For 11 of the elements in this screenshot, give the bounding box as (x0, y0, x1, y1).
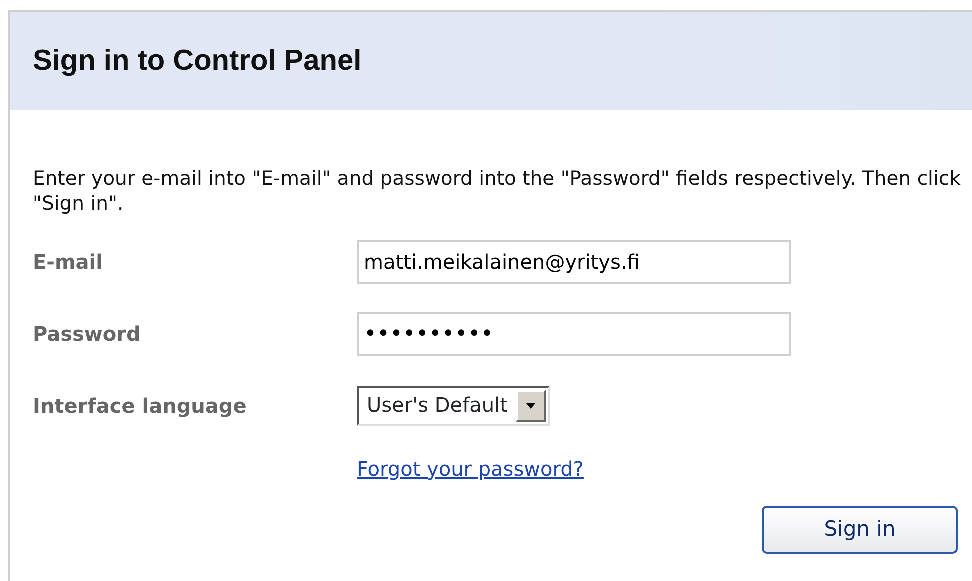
password-field[interactable]: •••••••••• (357, 312, 791, 356)
email-field[interactable]: matti.meikalainen@yritys.fi (357, 240, 791, 284)
forgot-password-link[interactable]: Forgot your password? (357, 457, 584, 481)
instructions-text: Enter your e-mail into "E-mail" and password into the "Password" fields respectively. Then click "Sign in". (33, 166, 962, 216)
language-dropdown[interactable]: User's Default (357, 386, 550, 426)
sign-in-button[interactable]: Sign in (762, 506, 958, 554)
panel-title: Sign in to Control Panel (33, 44, 362, 78)
field-label: Interface language (33, 393, 248, 420)
field-label: Password (33, 321, 142, 348)
dropdown-arrow-icon (526, 403, 536, 409)
field-label: E-mail (33, 249, 104, 276)
